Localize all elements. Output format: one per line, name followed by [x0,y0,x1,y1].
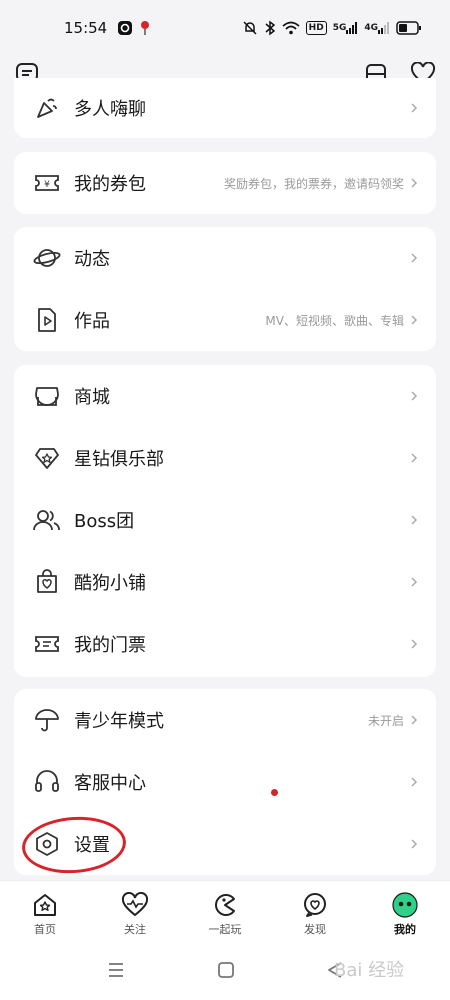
location-pin-icon [139,20,151,36]
menu-label-mall: 商城 [74,387,110,408]
card-content: 动态 作品 MV、短视频、歌曲、专辑 [14,227,436,351]
card-coupon: ¥ 我的券包 奖励券包，我的票券，邀请码领奖 [14,152,436,214]
chevron-right-icon [410,252,420,264]
chevron-right-icon [410,177,420,189]
card-party: 多人嗨聊 [14,78,436,138]
menu-item-tickets[interactable]: 我的门票 [14,613,436,675]
home-icon [31,891,59,919]
menu-label-youth: 青少年模式 [74,711,164,732]
hd-icon: HD [305,21,327,35]
menu-item-coupon[interactable]: ¥ 我的券包 奖励券包，我的票券，邀请码领奖 [14,152,436,214]
party-popper-icon [32,93,62,123]
network-5g-label: 5G [332,23,347,33]
menu-label-star-club: 星钻俱乐部 [74,449,164,470]
menu-label-tickets: 我的门票 [74,635,146,656]
tab-play-together[interactable]: 一起玩 [180,881,270,944]
planet-icon [32,243,62,273]
menu-item-star-club[interactable]: 星钻俱乐部 [14,427,436,489]
bottom-tab-bar: 首页 关注 一起玩 发现 我的 [0,880,450,944]
menu-item-party[interactable]: 多人嗨聊 [14,78,436,138]
menu-label-service: 客服中心 [74,773,146,794]
tab-label-home: 首页 [34,923,56,936]
avatar-icon [391,891,419,919]
bluetooth-icon [264,20,276,36]
headset-icon [32,767,62,797]
signal-5g-icon: 5G [333,22,359,34]
menu-item-boss[interactable]: Boss团 [14,489,436,551]
users-icon [32,505,62,535]
annotation-dot [271,789,278,796]
app-notification-icon [117,20,133,36]
tab-me[interactable]: 我的 [360,881,450,944]
menu-label-party: 多人嗨聊 [74,99,146,120]
mute-bell-icon [242,20,258,36]
chevron-right-icon [410,838,420,850]
chevron-right-icon [410,514,420,526]
menu-label-dynamic: 动态 [74,249,110,270]
tab-home[interactable]: 首页 [0,881,90,944]
chevron-right-icon [410,102,420,114]
chevron-right-icon [410,452,420,464]
hd-label: HD [308,23,324,33]
signal-4g-icon: 4G [364,22,390,34]
home-square-icon[interactable] [217,961,235,983]
diamond-star-icon [32,443,62,473]
battery-icon [396,21,422,35]
chevron-right-icon [410,714,420,726]
card-services: 商城 星钻俱乐部 Boss团 酷狗小铺 我的门票 [14,365,436,677]
chevron-right-icon [410,576,420,588]
wifi-icon [282,21,300,35]
chevron-right-icon [410,776,420,788]
menu-label-coupon: 我的券包 [74,174,146,195]
tab-follow[interactable]: 关注 [90,881,180,944]
pacman-icon [211,891,239,919]
chevron-right-icon [410,314,420,326]
menu-hint-coupon: 奖励券包，我的票券，邀请码领奖 [223,176,404,191]
tab-label-me: 我的 [394,923,416,936]
tab-discover[interactable]: 发现 [270,881,360,944]
menu-item-works[interactable]: 作品 MV、短视频、歌曲、专辑 [14,289,436,351]
svg-text:¥: ¥ [44,180,50,190]
heart-wave-icon [121,891,149,919]
ticket-icon [32,629,62,659]
menu-hint-youth: 未开启 [367,713,404,728]
menu-hint-works: MV、短视频、歌曲、专辑 [265,313,404,328]
tab-label-play-together: 一起玩 [208,923,242,936]
menu-item-shop[interactable]: 酷狗小铺 [14,551,436,613]
menu-lines-icon[interactable] [106,961,126,983]
shopping-bag-heart-icon [32,567,62,597]
network-4g-label: 4G [364,23,378,33]
menu-label-shop: 酷狗小铺 [74,573,146,594]
menu-item-service[interactable]: 客服中心 [14,751,436,813]
tab-label-discover: 发现 [304,923,326,936]
umbrella-icon [32,705,62,735]
watermark: Bai 经验 [334,960,405,981]
tab-label-follow: 关注 [124,923,146,936]
store-icon [32,381,62,411]
menu-item-mall[interactable]: 商城 [14,365,436,427]
status-bar: 15:54 HD 5G 4G [0,0,450,56]
menu-label-boss: Boss团 [74,511,135,532]
menu-item-dynamic[interactable]: 动态 [14,227,436,289]
discover-heart-icon [301,891,329,919]
status-time: 15:54 [64,19,108,37]
coupon-icon: ¥ [32,168,62,198]
video-file-icon [32,305,62,335]
chevron-right-icon [410,390,420,402]
menu-item-youth[interactable]: 青少年模式 未开启 [14,689,436,751]
menu-label-works: 作品 [74,311,110,332]
chevron-right-icon [410,638,420,650]
